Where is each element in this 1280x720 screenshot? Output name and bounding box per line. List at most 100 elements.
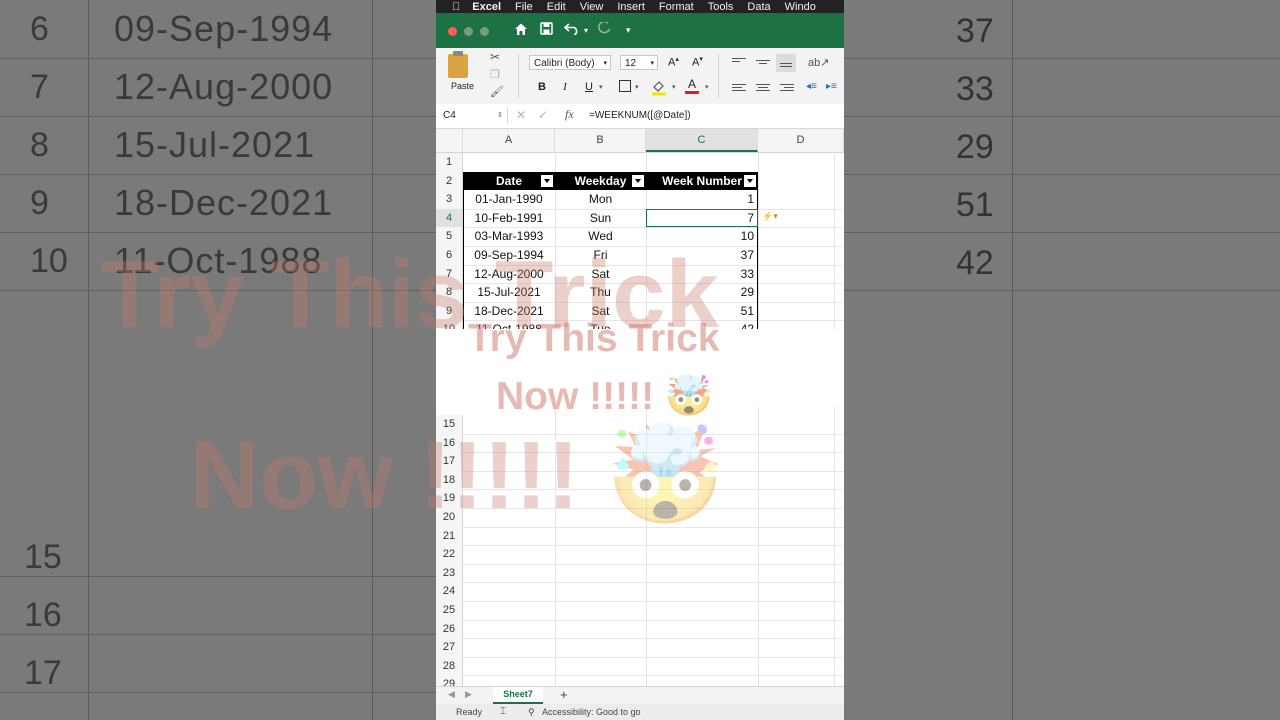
align-bottom-icon[interactable]	[776, 54, 796, 72]
background-left: 6 09-Sep-1994 7 12-Aug-2000 8 15-Jul-2021 9 18-…	[0, 0, 436, 720]
chevron-down-icon[interactable]: ▾	[705, 83, 709, 91]
insert-function-icon[interactable]: fx	[565, 107, 574, 122]
accessibility-icon[interactable]: ⚲	[528, 704, 535, 720]
menu-item-format[interactable]: Format	[659, 1, 694, 13]
title-bar: ▾ ▾	[436, 13, 844, 48]
bg-row-number: 9	[30, 184, 49, 222]
chevron-down-icon[interactable]: ▾	[635, 83, 639, 91]
bg-row	[844, 232, 1280, 291]
decrease-font-size-icon[interactable]: A▾	[692, 55, 703, 69]
customize-toolbar-icon[interactable]: ▾	[626, 25, 631, 36]
bg-week-value: 51	[956, 186, 994, 224]
ribbon-separator	[518, 54, 519, 98]
align-left-icon[interactable]	[732, 84, 746, 94]
borders-icon[interactable]	[619, 80, 631, 92]
orientation-icon[interactable]: ab↗	[808, 56, 829, 69]
align-top-icon[interactable]	[732, 58, 746, 68]
redo-icon[interactable]	[598, 22, 611, 35]
bg-row	[0, 634, 436, 693]
column-header-c[interactable]: C	[646, 129, 758, 152]
bg-date: 09-Sep-1994	[114, 8, 334, 49]
zoom-window-button[interactable]	[480, 27, 489, 36]
bold-button[interactable]: B	[534, 79, 550, 95]
row-header[interactable]: 23	[436, 563, 463, 583]
autofill-options-icon[interactable]: ⚡▾	[762, 211, 778, 222]
increase-font-size-icon[interactable]: A▴	[668, 55, 679, 69]
italic-button[interactable]: I	[557, 79, 573, 95]
copy-icon[interactable]: ❐	[490, 68, 500, 81]
font-name-select[interactable]: Calibri (Body) ▾	[529, 55, 611, 70]
row-header[interactable]: 4	[436, 208, 463, 228]
menu-bar:  Excel File Edit View Insert Format Too…	[436, 0, 844, 13]
row-header[interactable]: 28	[436, 656, 463, 676]
menu-item-insert[interactable]: Insert	[617, 1, 645, 13]
cancel-formula-icon[interactable]: ✕	[516, 108, 526, 122]
align-middle-icon[interactable]	[756, 60, 770, 70]
row-header[interactable]: 26	[436, 619, 463, 639]
column-header-b[interactable]: B	[555, 129, 646, 152]
bg-row-number: 10	[30, 242, 68, 280]
increase-indent-icon[interactable]: ▸≡	[826, 81, 837, 92]
menu-item-edit[interactable]: Edit	[547, 1, 566, 13]
ribbon-separator	[718, 54, 719, 98]
status-ready: Ready	[456, 707, 483, 717]
add-sheet-button[interactable]: +	[560, 687, 568, 702]
menu-item-file[interactable]: File	[515, 1, 533, 13]
undo-dropdown-icon[interactable]: ▾	[584, 26, 588, 35]
row-header[interactable]: 24	[436, 582, 463, 601]
row-header[interactable]: 3	[436, 190, 463, 209]
bg-row-number: 16	[24, 596, 62, 634]
font-size-value: 12	[625, 58, 637, 69]
chevron-down-icon: ▾	[603, 60, 607, 67]
selected-cell[interactable]	[646, 208, 758, 228]
align-center-icon[interactable]	[756, 84, 770, 94]
row-header[interactable]: 2	[436, 171, 463, 191]
bg-week-value: 29	[956, 128, 994, 166]
undo-icon[interactable]	[564, 22, 580, 35]
align-right-icon[interactable]	[780, 84, 794, 94]
row-header[interactable]: 29	[436, 675, 463, 686]
decrease-indent-icon[interactable]: ◂≡	[806, 81, 817, 92]
home-icon[interactable]	[514, 22, 528, 36]
menu-item-window[interactable]: Windo	[785, 1, 816, 13]
sheet-tab[interactable]: Sheet7	[493, 687, 543, 704]
excel-window:  Excel File Edit View Insert Format Too…	[436, 0, 844, 720]
minimize-window-button[interactable]	[464, 27, 473, 36]
name-box[interactable]: C4 ⇕	[440, 107, 508, 124]
grid-line	[758, 152, 759, 686]
bg-row-number: 6	[30, 10, 49, 48]
column-header-d[interactable]: D	[758, 129, 844, 152]
fill-color-icon[interactable]	[651, 79, 667, 96]
row-header[interactable]: 1	[436, 153, 463, 172]
row-header[interactable]: 27	[436, 638, 463, 657]
accessibility-status[interactable]: Accessibility: Good to go	[542, 704, 641, 720]
grid-line	[463, 638, 844, 640]
underline-button[interactable]: U	[581, 79, 597, 95]
select-all-corner[interactable]	[436, 129, 463, 152]
confirm-formula-icon[interactable]: ✓	[538, 108, 548, 122]
menu-item-view[interactable]: View	[580, 1, 604, 13]
menu-app-name[interactable]: Excel	[472, 1, 501, 13]
bg-date: 12-Aug-2000	[114, 66, 334, 107]
font-size-select[interactable]: 12 ▾	[620, 55, 658, 70]
apple-icon[interactable]: 	[452, 1, 460, 13]
paste-label[interactable]: Paste	[451, 81, 474, 91]
formula-input[interactable]: =WEEKNUM([@Date])	[589, 110, 691, 121]
menu-item-data[interactable]: Data	[747, 1, 770, 13]
row-header[interactable]: 25	[436, 601, 463, 620]
font-color-icon[interactable]: A	[685, 78, 699, 94]
close-window-button[interactable]	[448, 27, 457, 36]
next-sheet-icon[interactable]: ▶	[465, 689, 472, 700]
cut-icon[interactable]: ✂	[490, 50, 500, 64]
save-icon[interactable]	[540, 22, 553, 35]
chevron-down-icon[interactable]: ▾	[599, 83, 603, 91]
previous-sheet-icon[interactable]: ◀	[448, 689, 455, 700]
format-painter-icon[interactable]: 🖌	[490, 85, 504, 98]
column-header-a[interactable]: A	[463, 129, 555, 152]
bg-date: 18-Dec-2021	[114, 182, 334, 223]
chevron-down-icon[interactable]: ▾	[672, 83, 676, 91]
menu-item-tools[interactable]: Tools	[708, 1, 734, 13]
row-header[interactable]: 22	[436, 545, 463, 564]
paste-icon[interactable]	[448, 51, 468, 78]
macro-record-icon[interactable]: ⌶	[500, 704, 506, 720]
